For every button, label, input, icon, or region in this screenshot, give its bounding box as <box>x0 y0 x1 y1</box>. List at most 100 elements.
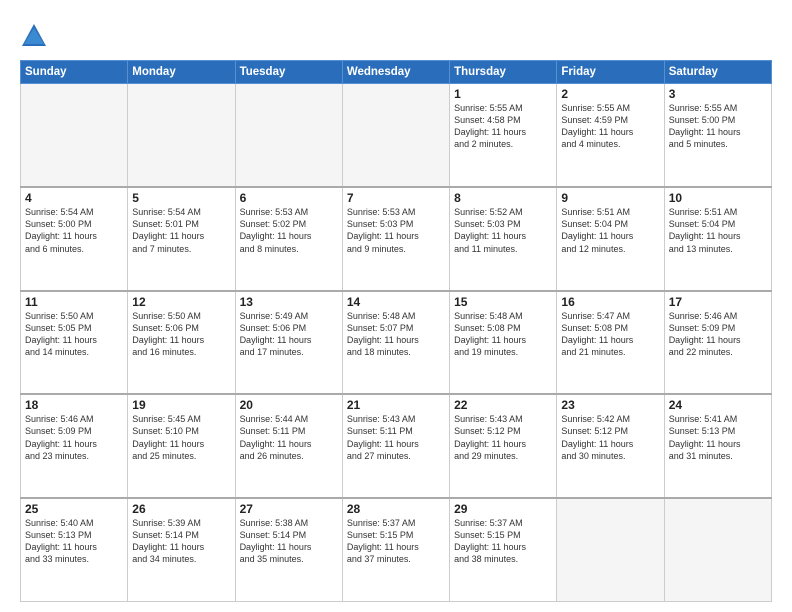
day-info: Sunrise: 5:44 AM Sunset: 5:11 PM Dayligh… <box>240 413 338 462</box>
day-number: 12 <box>132 295 230 309</box>
day-info: Sunrise: 5:46 AM Sunset: 5:09 PM Dayligh… <box>25 413 123 462</box>
day-number: 22 <box>454 398 552 412</box>
day-number: 26 <box>132 502 230 516</box>
calendar-cell <box>235 84 342 188</box>
day-number: 10 <box>669 191 767 205</box>
calendar-cell: 16Sunrise: 5:47 AM Sunset: 5:08 PM Dayli… <box>557 291 664 395</box>
calendar-cell: 19Sunrise: 5:45 AM Sunset: 5:10 PM Dayli… <box>128 394 235 498</box>
calendar-cell: 10Sunrise: 5:51 AM Sunset: 5:04 PM Dayli… <box>664 187 771 291</box>
calendar-cell: 21Sunrise: 5:43 AM Sunset: 5:11 PM Dayli… <box>342 394 449 498</box>
calendar-week-row: 1Sunrise: 5:55 AM Sunset: 4:58 PM Daylig… <box>21 84 772 188</box>
day-info: Sunrise: 5:51 AM Sunset: 5:04 PM Dayligh… <box>561 206 659 255</box>
day-info: Sunrise: 5:53 AM Sunset: 5:02 PM Dayligh… <box>240 206 338 255</box>
day-number: 5 <box>132 191 230 205</box>
calendar-cell: 4Sunrise: 5:54 AM Sunset: 5:00 PM Daylig… <box>21 187 128 291</box>
day-info: Sunrise: 5:55 AM Sunset: 5:00 PM Dayligh… <box>669 102 767 151</box>
day-info: Sunrise: 5:54 AM Sunset: 5:01 PM Dayligh… <box>132 206 230 255</box>
calendar-cell <box>21 84 128 188</box>
calendar-week-row: 4Sunrise: 5:54 AM Sunset: 5:00 PM Daylig… <box>21 187 772 291</box>
calendar-cell <box>342 84 449 188</box>
day-info: Sunrise: 5:40 AM Sunset: 5:13 PM Dayligh… <box>25 517 123 566</box>
day-number: 20 <box>240 398 338 412</box>
logo-icon <box>20 22 48 50</box>
day-info: Sunrise: 5:48 AM Sunset: 5:08 PM Dayligh… <box>454 310 552 359</box>
day-info: Sunrise: 5:42 AM Sunset: 5:12 PM Dayligh… <box>561 413 659 462</box>
day-info: Sunrise: 5:52 AM Sunset: 5:03 PM Dayligh… <box>454 206 552 255</box>
calendar-cell: 24Sunrise: 5:41 AM Sunset: 5:13 PM Dayli… <box>664 394 771 498</box>
page: SundayMondayTuesdayWednesdayThursdayFrid… <box>0 0 792 612</box>
calendar-cell: 15Sunrise: 5:48 AM Sunset: 5:08 PM Dayli… <box>450 291 557 395</box>
calendar-cell: 23Sunrise: 5:42 AM Sunset: 5:12 PM Dayli… <box>557 394 664 498</box>
day-info: Sunrise: 5:37 AM Sunset: 5:15 PM Dayligh… <box>454 517 552 566</box>
day-number: 29 <box>454 502 552 516</box>
day-info: Sunrise: 5:55 AM Sunset: 4:58 PM Dayligh… <box>454 102 552 151</box>
day-number: 17 <box>669 295 767 309</box>
calendar-week-row: 25Sunrise: 5:40 AM Sunset: 5:13 PM Dayli… <box>21 498 772 602</box>
day-number: 2 <box>561 87 659 101</box>
day-info: Sunrise: 5:37 AM Sunset: 5:15 PM Dayligh… <box>347 517 445 566</box>
day-info: Sunrise: 5:50 AM Sunset: 5:05 PM Dayligh… <box>25 310 123 359</box>
calendar-cell <box>664 498 771 602</box>
calendar-cell <box>128 84 235 188</box>
day-number: 28 <box>347 502 445 516</box>
day-info: Sunrise: 5:43 AM Sunset: 5:11 PM Dayligh… <box>347 413 445 462</box>
day-number: 11 <box>25 295 123 309</box>
day-info: Sunrise: 5:38 AM Sunset: 5:14 PM Dayligh… <box>240 517 338 566</box>
day-number: 8 <box>454 191 552 205</box>
calendar-cell: 20Sunrise: 5:44 AM Sunset: 5:11 PM Dayli… <box>235 394 342 498</box>
day-info: Sunrise: 5:54 AM Sunset: 5:00 PM Dayligh… <box>25 206 123 255</box>
day-number: 13 <box>240 295 338 309</box>
day-info: Sunrise: 5:39 AM Sunset: 5:14 PM Dayligh… <box>132 517 230 566</box>
calendar-cell: 27Sunrise: 5:38 AM Sunset: 5:14 PM Dayli… <box>235 498 342 602</box>
calendar-cell: 7Sunrise: 5:53 AM Sunset: 5:03 PM Daylig… <box>342 187 449 291</box>
day-info: Sunrise: 5:55 AM Sunset: 4:59 PM Dayligh… <box>561 102 659 151</box>
day-number: 4 <box>25 191 123 205</box>
day-number: 27 <box>240 502 338 516</box>
day-number: 14 <box>347 295 445 309</box>
day-number: 1 <box>454 87 552 101</box>
day-header: Sunday <box>21 61 128 84</box>
day-info: Sunrise: 5:53 AM Sunset: 5:03 PM Dayligh… <box>347 206 445 255</box>
day-info: Sunrise: 5:49 AM Sunset: 5:06 PM Dayligh… <box>240 310 338 359</box>
calendar-header-row: SundayMondayTuesdayWednesdayThursdayFrid… <box>21 61 772 84</box>
calendar-cell: 28Sunrise: 5:37 AM Sunset: 5:15 PM Dayli… <box>342 498 449 602</box>
calendar-cell: 2Sunrise: 5:55 AM Sunset: 4:59 PM Daylig… <box>557 84 664 188</box>
day-header: Saturday <box>664 61 771 84</box>
calendar-cell: 29Sunrise: 5:37 AM Sunset: 5:15 PM Dayli… <box>450 498 557 602</box>
calendar: SundayMondayTuesdayWednesdayThursdayFrid… <box>20 60 772 602</box>
day-info: Sunrise: 5:51 AM Sunset: 5:04 PM Dayligh… <box>669 206 767 255</box>
calendar-cell: 8Sunrise: 5:52 AM Sunset: 5:03 PM Daylig… <box>450 187 557 291</box>
day-info: Sunrise: 5:41 AM Sunset: 5:13 PM Dayligh… <box>669 413 767 462</box>
calendar-cell: 1Sunrise: 5:55 AM Sunset: 4:58 PM Daylig… <box>450 84 557 188</box>
day-number: 18 <box>25 398 123 412</box>
calendar-cell: 13Sunrise: 5:49 AM Sunset: 5:06 PM Dayli… <box>235 291 342 395</box>
calendar-cell: 25Sunrise: 5:40 AM Sunset: 5:13 PM Dayli… <box>21 498 128 602</box>
calendar-cell: 14Sunrise: 5:48 AM Sunset: 5:07 PM Dayli… <box>342 291 449 395</box>
day-number: 23 <box>561 398 659 412</box>
day-info: Sunrise: 5:50 AM Sunset: 5:06 PM Dayligh… <box>132 310 230 359</box>
calendar-cell: 26Sunrise: 5:39 AM Sunset: 5:14 PM Dayli… <box>128 498 235 602</box>
day-number: 7 <box>347 191 445 205</box>
day-header: Monday <box>128 61 235 84</box>
day-number: 21 <box>347 398 445 412</box>
day-info: Sunrise: 5:46 AM Sunset: 5:09 PM Dayligh… <box>669 310 767 359</box>
calendar-cell: 17Sunrise: 5:46 AM Sunset: 5:09 PM Dayli… <box>664 291 771 395</box>
calendar-cell: 12Sunrise: 5:50 AM Sunset: 5:06 PM Dayli… <box>128 291 235 395</box>
calendar-cell: 22Sunrise: 5:43 AM Sunset: 5:12 PM Dayli… <box>450 394 557 498</box>
header <box>20 18 772 50</box>
calendar-week-row: 18Sunrise: 5:46 AM Sunset: 5:09 PM Dayli… <box>21 394 772 498</box>
calendar-cell: 5Sunrise: 5:54 AM Sunset: 5:01 PM Daylig… <box>128 187 235 291</box>
day-number: 3 <box>669 87 767 101</box>
calendar-cell: 18Sunrise: 5:46 AM Sunset: 5:09 PM Dayli… <box>21 394 128 498</box>
day-number: 24 <box>669 398 767 412</box>
day-header: Thursday <box>450 61 557 84</box>
day-header: Friday <box>557 61 664 84</box>
calendar-cell: 3Sunrise: 5:55 AM Sunset: 5:00 PM Daylig… <box>664 84 771 188</box>
day-info: Sunrise: 5:48 AM Sunset: 5:07 PM Dayligh… <box>347 310 445 359</box>
calendar-cell: 6Sunrise: 5:53 AM Sunset: 5:02 PM Daylig… <box>235 187 342 291</box>
day-number: 6 <box>240 191 338 205</box>
day-number: 25 <box>25 502 123 516</box>
day-number: 16 <box>561 295 659 309</box>
calendar-week-row: 11Sunrise: 5:50 AM Sunset: 5:05 PM Dayli… <box>21 291 772 395</box>
day-number: 19 <box>132 398 230 412</box>
